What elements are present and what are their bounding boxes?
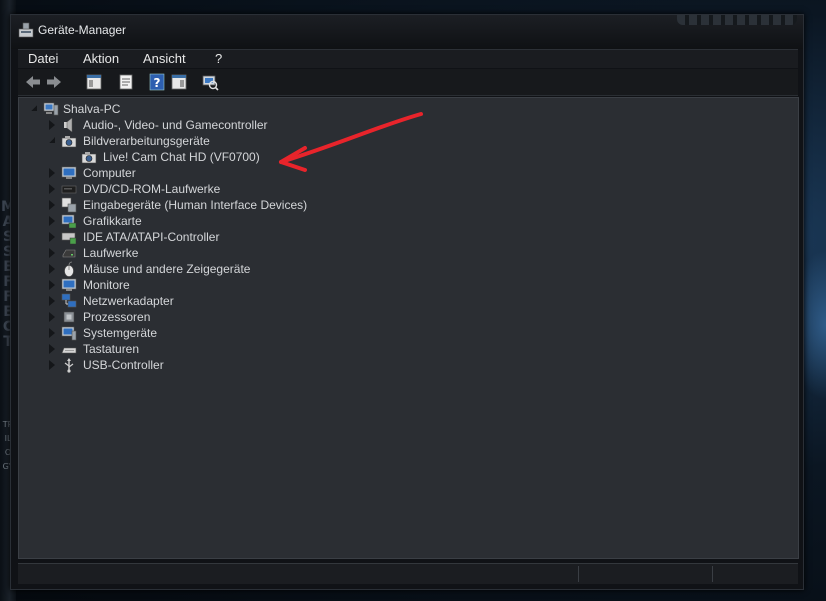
menu-bar: Datei Aktion Ansicht ? [18,49,798,68]
properties-icon[interactable] [117,73,135,91]
device-manager-window: Geräte-Manager Datei Aktion Ansicht ? ? [10,14,804,590]
svg-text:?: ? [154,76,161,90]
device-manager-icon [18,22,34,38]
menu-aktion[interactable]: Aktion [83,51,119,66]
window-title: Geräte-Manager [38,23,127,37]
menu-datei[interactable]: Datei [28,51,58,66]
toolbar: ? [18,69,798,96]
device-tree: Shalva-PC Audio-, Video- und Gamecontrol… [18,97,799,559]
help-icon[interactable]: ? [148,73,166,91]
status-bar [18,563,798,584]
annotation-arrow [279,112,423,172]
action-pane-icon[interactable] [170,73,188,91]
forward-arrow-icon[interactable] [45,73,63,91]
scan-hardware-icon[interactable] [201,73,219,91]
title-decoration [677,15,797,25]
menu-help[interactable]: ? [215,51,222,66]
back-arrow-icon[interactable] [24,73,42,91]
status-separator [578,566,579,582]
console-tree-icon[interactable] [85,73,103,91]
status-separator [712,566,713,582]
menu-ansicht[interactable]: Ansicht [143,51,186,66]
title-bar[interactable]: Geräte-Manager [11,15,803,49]
